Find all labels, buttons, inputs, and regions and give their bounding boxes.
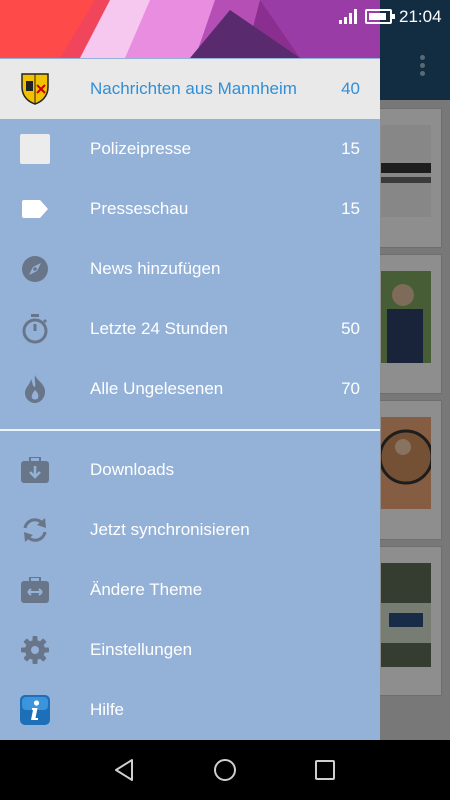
status-time: 21:04 [399,7,442,26]
back-icon[interactable] [112,757,138,783]
recents-icon[interactable] [312,757,338,783]
drawer-divider [0,429,380,431]
drawer-item-count: 50 [341,319,360,338]
drawer-item-hilfe[interactable]: Hilfe [0,680,380,740]
drawer-item-label: Hilfe [90,700,125,719]
compass-icon [19,253,51,285]
sync-icon [19,514,51,546]
drawer-item-alle-ungelesenen[interactable]: Alle Ungelesenen 70 [0,359,380,419]
drawer-item-einstellungen[interactable]: Einstellungen [0,620,380,680]
drawer-item-label: Downloads [90,460,175,479]
drawer-item-label: Presseschau [90,199,189,218]
flame-icon [19,373,51,405]
drawer-item-count: 40 [341,79,360,98]
battery-icon [365,9,395,24]
drawer-item-count: 15 [341,139,360,158]
drawer-item-presseschau[interactable]: Presseschau 15 [0,179,380,239]
tag-icon [19,193,51,225]
home-icon[interactable] [212,757,238,783]
download-box-icon [19,454,51,486]
gear-icon [19,634,51,666]
coat-of-arms-icon [19,73,51,105]
drawer-item-news-hinzufuegen[interactable]: News hinzufügen [0,239,380,299]
theme-box-icon [19,574,51,606]
drawer-item-label: Alle Ungelesenen [90,379,224,398]
drawer-item-label: News hinzufügen [90,259,221,278]
info-icon [19,694,51,726]
status-bar: 21:04 [0,0,450,32]
system-navigation-bar [0,740,450,800]
drawer-item-downloads[interactable]: Downloads [0,440,380,500]
drawer-item-label: Letzte 24 Stunden [90,319,229,338]
drawer-item-label: Polizeipresse [90,139,192,158]
stopwatch-icon [19,313,51,345]
drawer-item-label: Nachrichten aus Mannheim [90,79,297,98]
drawer-item-count: 70 [341,379,360,398]
drawer-item-label: Einstellungen [90,640,193,659]
signal-icon [339,9,357,24]
drawer-item-jetzt-synchronisieren[interactable]: Jetzt synchronisieren [0,500,380,560]
drawer-item-aendere-theme[interactable]: Ändere Theme [0,560,380,620]
drawer-item-polizeipresse[interactable]: Polizeipresse 15 [0,119,380,179]
drawer-item-label: Ändere Theme [90,580,203,599]
navigation-drawer: Nachrichten aus Mannheim 40 Polizeipress… [0,0,380,740]
drawer-item-nachrichten-aus-mannheim[interactable]: Nachrichten aus Mannheim 40 [0,59,380,119]
drawer-item-label: Jetzt synchronisieren [90,520,250,539]
blank-square-icon [19,133,51,165]
drawer-item-count: 15 [341,199,360,218]
drawer-item-letzte-24-stunden[interactable]: Letzte 24 Stunden 50 [0,299,380,359]
